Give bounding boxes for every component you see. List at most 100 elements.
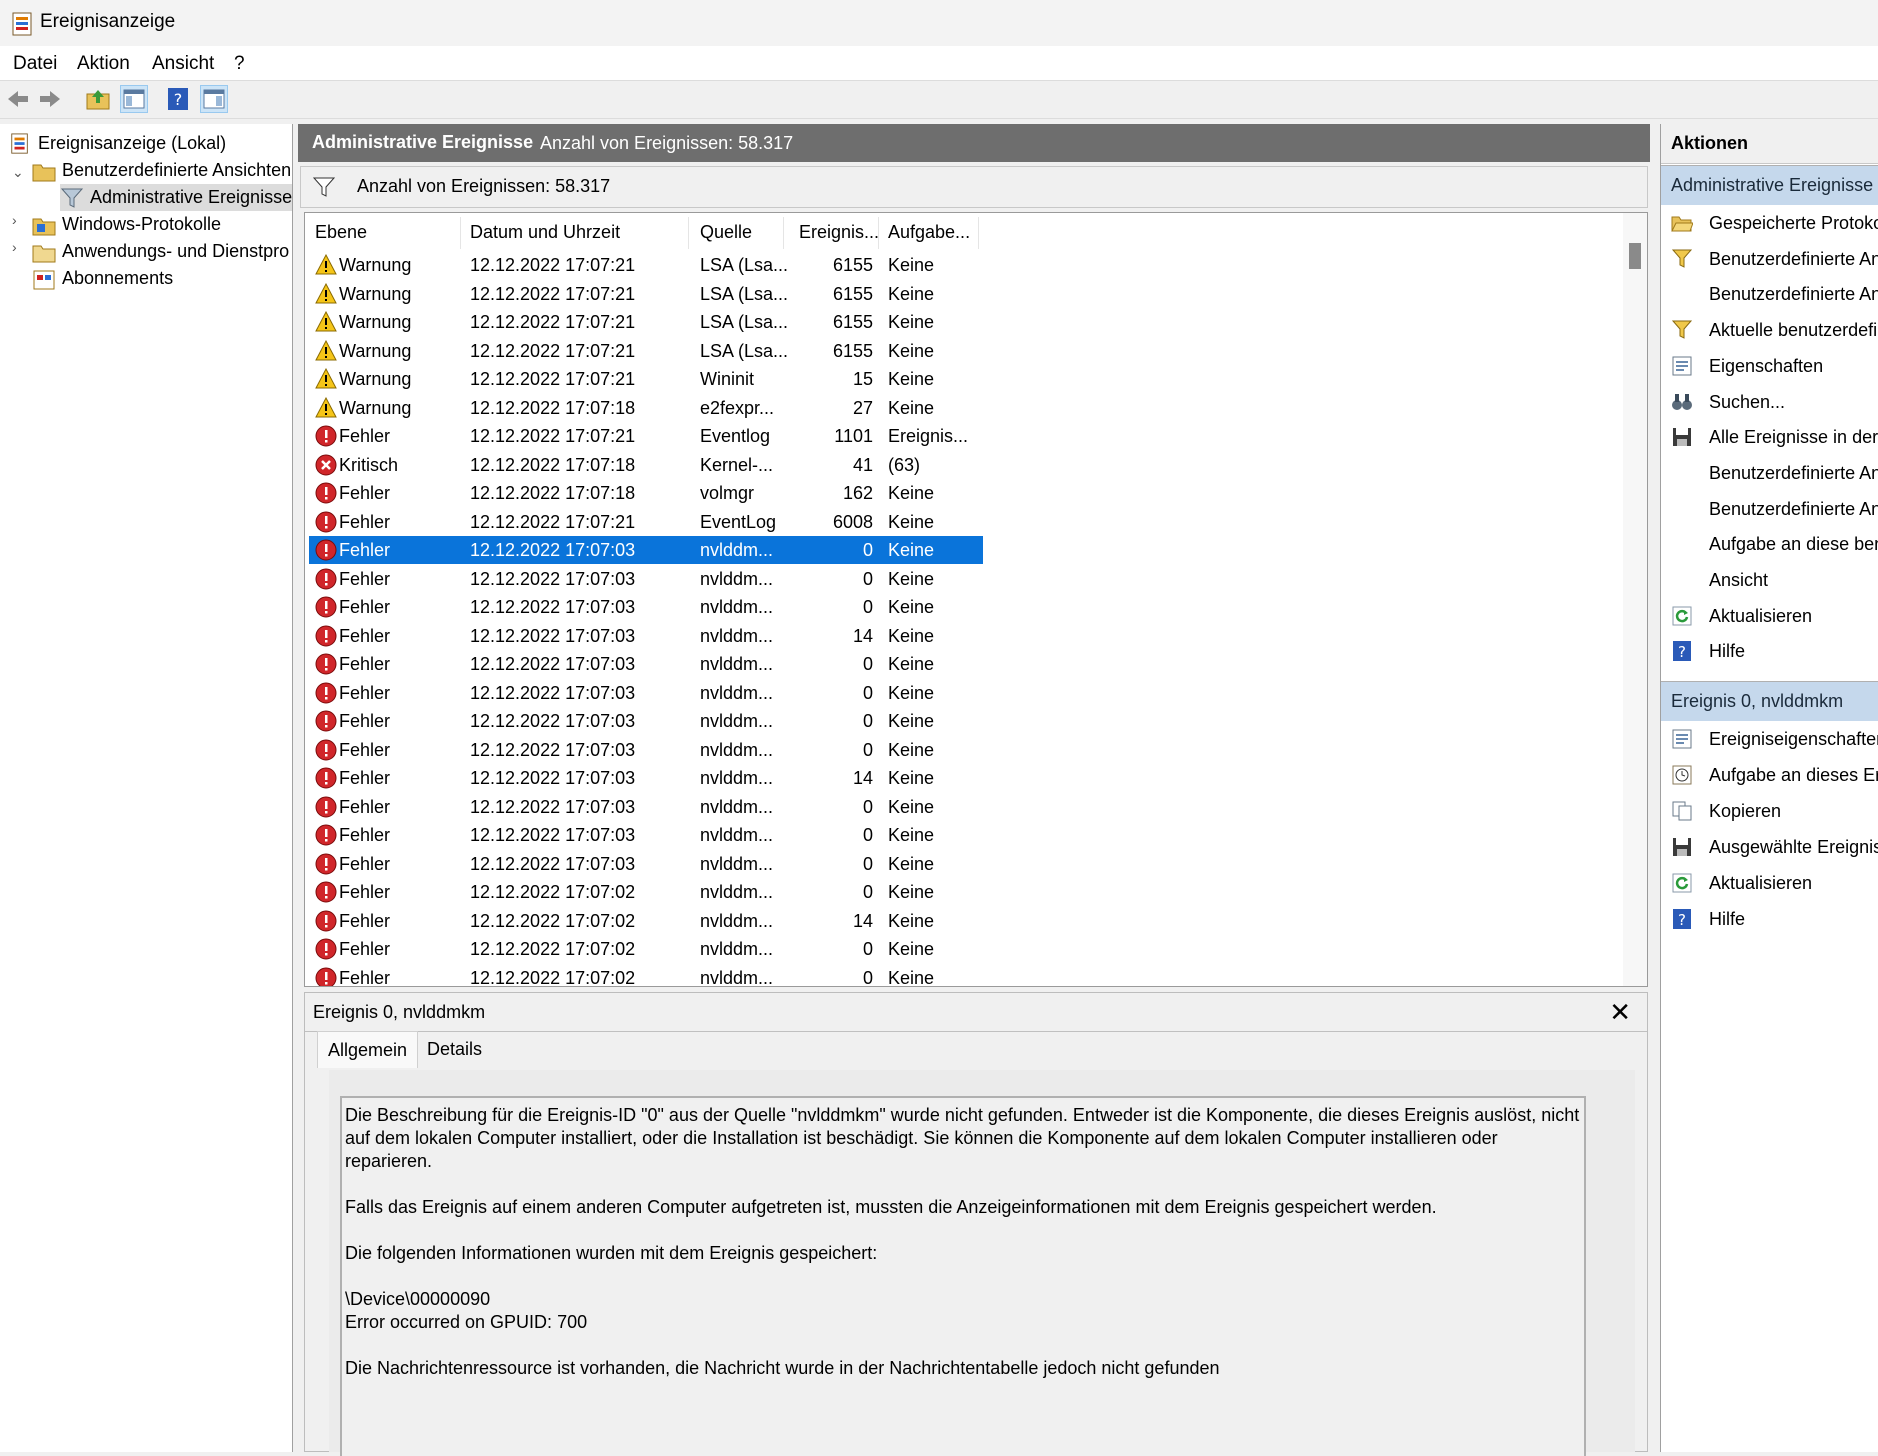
actions-section-event[interactable]: Ereignis 0, nvlddmkm bbox=[1661, 681, 1878, 721]
close-icon[interactable]: ✕ bbox=[1609, 997, 1631, 1028]
action-item[interactable]: Aktualisieren bbox=[1661, 866, 1878, 901]
vertical-scrollbar[interactable] bbox=[1623, 213, 1647, 986]
action-item[interactable]: Ansicht bbox=[1661, 563, 1878, 598]
table-row[interactable]: Fehler 12.12.2022 17:07:21 EventLog 6008 Kei… bbox=[309, 508, 983, 536]
action-item[interactable]: Eigenschaften bbox=[1661, 349, 1878, 384]
table-row[interactable]: Fehler 12.12.2022 17:07:03 nvlddm... 14 Kein… bbox=[309, 764, 983, 792]
table-row[interactable]: Kritisch 12.12.2022 17:07:18 Kernel-... 41 (… bbox=[309, 451, 983, 479]
menu-help[interactable]: ? bbox=[234, 53, 245, 75]
column-header-level[interactable]: Ebene bbox=[315, 222, 367, 243]
table-row[interactable]: Warnung 12.12.2022 17:07:21 Wininit 15 Keine bbox=[309, 365, 983, 393]
column-header-event-id[interactable]: Ereignis... bbox=[799, 222, 879, 243]
table-row[interactable]: Fehler 12.12.2022 17:07:03 nvlddm... 0 Keine bbox=[309, 821, 983, 849]
actions-section-view[interactable]: Administrative Ereignisse bbox=[1661, 165, 1878, 205]
action-item[interactable]: Alle Ereignisse in der b bbox=[1661, 420, 1878, 455]
show-actions-button[interactable] bbox=[200, 85, 228, 113]
level-cell: Fehler bbox=[339, 825, 391, 845]
table-row[interactable]: Warnung 12.12.2022 17:07:21 LSA (Lsa... 615… bbox=[309, 251, 983, 279]
table-row[interactable]: Warnung 12.12.2022 17:07:21 LSA (Lsa... 615… bbox=[309, 308, 983, 336]
table-row[interactable]: Fehler 12.12.2022 17:07:03 nvlddm... 0 Keine bbox=[309, 650, 983, 678]
table-row[interactable]: Fehler 12.12.2022 17:07:03 nvlddm... 14 Kein… bbox=[309, 622, 983, 650]
forward-arrow-icon bbox=[40, 91, 60, 107]
table-row[interactable]: Fehler 12.12.2022 17:07:02 nvlddm... 0 Keine bbox=[309, 878, 983, 906]
action-item[interactable]: Aufgabe an dieses Ere bbox=[1661, 758, 1878, 793]
table-row[interactable]: Fehler 12.12.2022 17:07:02 nvlddm... 14 Kein… bbox=[309, 907, 983, 935]
table-row[interactable]: Warnung 12.12.2022 17:07:18 e2fexpr... 27 Ke… bbox=[309, 394, 983, 422]
critical-icon bbox=[315, 454, 337, 475]
level-cell: Fehler bbox=[339, 882, 391, 902]
show-tree-button[interactable] bbox=[120, 85, 148, 113]
table-row[interactable]: Fehler 12.12.2022 17:07:03 nvlddm... 0 Keine bbox=[309, 707, 983, 735]
menu-datei[interactable]: Datei bbox=[13, 53, 57, 75]
table-row[interactable]: Fehler 12.12.2022 17:07:03 nvlddm... 0 Keine bbox=[309, 593, 983, 621]
action-label: Benutzerdefinierte An bbox=[1709, 498, 1878, 519]
forward-button[interactable] bbox=[36, 85, 64, 113]
column-header-date[interactable]: Datum und Uhrzeit bbox=[470, 222, 620, 243]
help-button[interactable]: ? bbox=[164, 85, 192, 113]
table-row[interactable]: Warnung 12.12.2022 17:07:21 LSA (Lsa... 615… bbox=[309, 280, 983, 308]
table-row[interactable]: Warnung 12.12.2022 17:07:21 LSA (Lsa... 615… bbox=[309, 337, 983, 365]
table-row[interactable]: Fehler 12.12.2022 17:07:03 nvlddm... 0 Keine bbox=[309, 850, 983, 878]
column-header-source[interactable]: Quelle bbox=[700, 222, 752, 243]
table-row[interactable]: Fehler 12.12.2022 17:07:03 nvlddm... 0 Keine bbox=[309, 793, 983, 821]
column-separator[interactable] bbox=[878, 217, 879, 249]
column-header-task[interactable]: Aufgabe... bbox=[888, 222, 970, 243]
action-item[interactable]: Kopieren bbox=[1661, 794, 1878, 829]
action-item[interactable]: Benutzerdefinierte An bbox=[1661, 242, 1878, 277]
event-description[interactable]: Die Beschreibung für die Ereignis-ID "0"… bbox=[340, 1096, 1586, 1456]
center-header: Administrative Ereignisse Anzahl von Ere… bbox=[298, 124, 1650, 162]
menu-ansicht[interactable]: Ansicht bbox=[152, 53, 214, 75]
error-icon bbox=[315, 967, 337, 986]
source-cell: nvlddm... bbox=[700, 768, 774, 788]
chevron-down-icon[interactable]: ⌄ bbox=[12, 164, 24, 181]
column-separator[interactable] bbox=[978, 217, 979, 249]
chevron-right-icon[interactable]: › bbox=[12, 239, 17, 255]
action-item[interactable]: Aktuelle benutzerdefi bbox=[1661, 313, 1878, 348]
tab-allgemein[interactable]: Allgemein bbox=[317, 1031, 419, 1068]
table-row[interactable]: Fehler 12.12.2022 17:07:03 nvlddm... 0 Keine bbox=[309, 736, 983, 764]
action-item[interactable]: ? Hilfe bbox=[1661, 634, 1878, 669]
action-item[interactable]: Benutzerdefinierte An bbox=[1661, 277, 1878, 312]
date-cell: 12.12.2022 17:07:21 bbox=[470, 312, 636, 332]
action-item[interactable]: Benutzerdefinierte An bbox=[1661, 492, 1878, 527]
action-label: Suchen... bbox=[1709, 391, 1786, 412]
tree-item-windows-logs[interactable]: Windows-Protokolle bbox=[32, 211, 221, 238]
level-cell: Fehler bbox=[339, 483, 391, 503]
table-row[interactable]: Fehler 12.12.2022 17:07:21 Eventlog 1101 Ere… bbox=[309, 422, 983, 450]
column-separator[interactable] bbox=[460, 217, 461, 249]
source-cell: nvlddm... bbox=[700, 939, 774, 959]
table-row[interactable]: Fehler 12.12.2022 17:07:03 nvlddm... 0 Keine bbox=[309, 565, 983, 593]
tree-item-app-service-logs[interactable]: Anwendungs- und Dienstpro bbox=[32, 238, 289, 265]
tree-item-admin-events[interactable]: Administrative Ereignisse bbox=[60, 184, 292, 211]
column-separator[interactable] bbox=[783, 217, 784, 249]
source-cell: nvlddm... bbox=[700, 682, 774, 703]
action-item[interactable]: Aufgabe an diese ben bbox=[1661, 527, 1878, 562]
table-row[interactable]: Fehler 12.12.2022 17:07:02 nvlddm... 0 Keine bbox=[309, 964, 983, 986]
action-item[interactable]: Benutzerdefinierte An bbox=[1661, 456, 1878, 491]
tab-details[interactable]: Details bbox=[417, 1031, 492, 1067]
action-item[interactable]: Ereigniseigenschaften bbox=[1661, 722, 1878, 757]
event-id-cell: 14 bbox=[852, 625, 873, 646]
column-separator[interactable] bbox=[688, 217, 689, 249]
menu-aktion[interactable]: Aktion bbox=[77, 53, 130, 75]
up-folder-button[interactable] bbox=[84, 85, 112, 113]
back-button[interactable] bbox=[4, 85, 32, 113]
table-row[interactable]: Fehler 12.12.2022 17:07:03 nvlddm... 0 Keine bbox=[309, 536, 983, 564]
task-cell: Keine bbox=[888, 369, 935, 389]
event-id-cell: 6155 bbox=[832, 255, 873, 275]
scrollbar-thumb[interactable] bbox=[1629, 243, 1641, 269]
chevron-right-icon[interactable]: › bbox=[12, 212, 17, 228]
action-item[interactable]: ? Hilfe bbox=[1661, 902, 1878, 937]
tree-item-subscriptions[interactable]: Abonnements bbox=[32, 265, 173, 292]
action-item[interactable]: Ausgewählte Ereigniss bbox=[1661, 830, 1878, 865]
table-row[interactable]: Fehler 12.12.2022 17:07:02 nvlddm... 0 Keine bbox=[309, 935, 983, 963]
tree-item-custom-views[interactable]: Benutzerdefinierte Ansichten bbox=[32, 157, 291, 184]
action-item[interactable]: Aktualisieren bbox=[1661, 599, 1878, 634]
table-row[interactable]: Fehler 12.12.2022 17:07:03 nvlddm... 0 Keine bbox=[309, 679, 983, 707]
event-id-cell: 6008 bbox=[832, 511, 873, 532]
tree-item-root[interactable]: Ereignisanzeige (Lokal) bbox=[8, 130, 226, 157]
action-item[interactable]: Suchen... bbox=[1661, 385, 1878, 420]
task-cell: Keine bbox=[888, 654, 935, 674]
table-row[interactable]: Fehler 12.12.2022 17:07:18 volmgr 162 Keine bbox=[309, 479, 983, 507]
action-item[interactable]: Gespeicherte Protokol bbox=[1661, 206, 1878, 241]
